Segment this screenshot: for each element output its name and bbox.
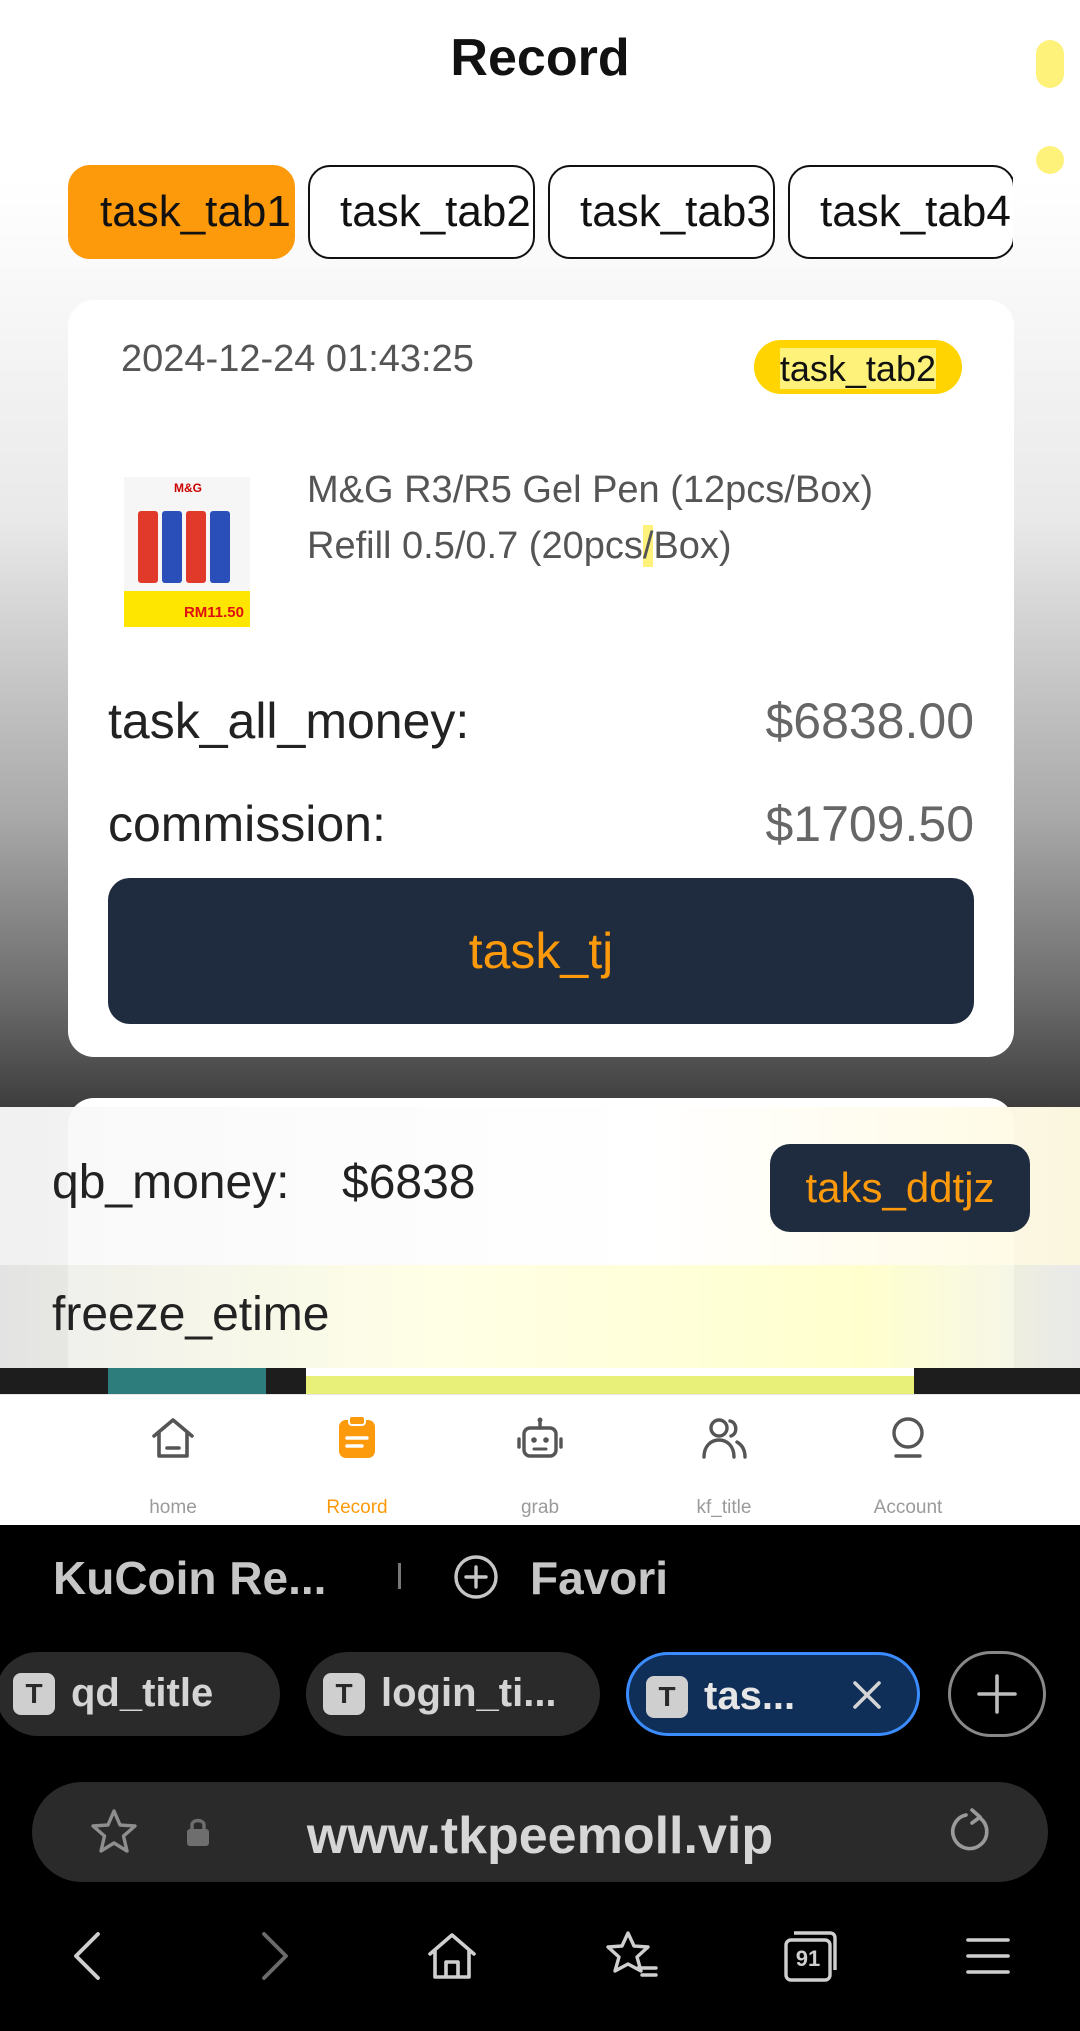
nav-account[interactable]: Account	[818, 1395, 998, 1525]
bookmark-separator	[398, 1563, 401, 1589]
url-text: www.tkpeemoll.vip	[306, 1807, 774, 1865]
bookmark-kucoin[interactable]: KuCoin Re...	[53, 1551, 326, 1605]
total-label: task_all_money:	[108, 693, 470, 749]
pen-shape	[186, 511, 206, 583]
product-name-part: Refill 0.5/0.7 (20pcs	[307, 525, 643, 567]
new-tab-button[interactable]	[948, 1651, 1046, 1737]
browser-tab-qd-title[interactable]: T qd_title	[0, 1652, 280, 1736]
record-tabs: task_tab1 task_tab2 task_tab3 task_tab4	[68, 165, 1013, 259]
pen-shape	[162, 511, 182, 583]
bottom-nav: home Record grab kf_title Account	[0, 1394, 1080, 1525]
page-title: Record	[450, 29, 630, 87]
reload-icon[interactable]	[942, 1806, 994, 1858]
tab-count: 91	[795, 1946, 821, 1971]
product-image[interactable]: M&G RM11.50	[124, 477, 250, 627]
nav-kf-title-label: kf_title	[696, 1497, 752, 1518]
nav-home-label: home	[149, 1497, 197, 1518]
product-name-highlight: /	[642, 525, 654, 567]
close-tab-icon[interactable]	[845, 1673, 889, 1717]
users-icon	[702, 1418, 747, 1459]
commission-label: commission:	[108, 796, 386, 852]
next-order-peek	[0, 1368, 1080, 1394]
forward-icon[interactable]	[248, 1928, 296, 1984]
product-name-part: Box)	[653, 525, 732, 567]
web-page: Record task_tab1 task_tab2 task_tab3 tas…	[0, 0, 1080, 1525]
browser-tab-label: tas...	[704, 1674, 796, 1718]
home-icon	[152, 1418, 194, 1458]
menu-icon[interactable]	[962, 1928, 1014, 1984]
nav-account-label: Account	[873, 1497, 943, 1518]
account-icon	[892, 1417, 924, 1458]
commission-row: commission: $1709.50	[108, 795, 974, 853]
browser-home-icon[interactable]	[424, 1928, 480, 1984]
total-row: task_all_money: $6838.00	[108, 692, 974, 750]
pen-shape	[138, 511, 158, 583]
browser-chrome: KuCoin Re... Favori T qd_title T login_t…	[0, 1525, 1080, 2031]
thumb-price: RM11.50	[183, 604, 244, 621]
browser-tab-active[interactable]: T tas...	[626, 1652, 920, 1736]
floating-dot	[1036, 40, 1064, 88]
nav-record[interactable]: Record	[267, 1395, 447, 1525]
freeze-bar: freeze_etime	[0, 1265, 1080, 1368]
product-name-line2: Refill 0.5/0.7 (20pcs/Box)	[307, 518, 947, 574]
peek-highlight	[306, 1376, 914, 1394]
qb-money-label: qb_money:	[52, 1156, 290, 1209]
nav-record-label: Record	[326, 1497, 388, 1518]
bookmark-favori[interactable]: Favori	[530, 1551, 668, 1605]
status-badge: task_tab2	[753, 340, 962, 394]
nav-grab-label: grab	[520, 1497, 560, 1518]
ddtjz-button[interactable]: taks_ddtjz	[770, 1144, 1030, 1232]
tab-favicon: T	[323, 1673, 365, 1715]
commission-value: $1709.50	[765, 796, 974, 852]
nav-kf-title[interactable]: kf_title	[634, 1395, 814, 1525]
back-icon[interactable]	[66, 1928, 114, 1984]
browser-tab-label: login_ti...	[381, 1671, 557, 1715]
floating-dot	[1036, 146, 1064, 174]
tab-task-tab1[interactable]: task_tab1	[68, 165, 295, 259]
pen-shape	[210, 511, 230, 583]
tab-switcher-button[interactable]: 91	[782, 1928, 840, 1984]
robot-icon	[517, 1417, 563, 1458]
qb-money-value: $6838	[342, 1156, 476, 1209]
tab-task-tab2[interactable]: task_tab2	[308, 165, 535, 259]
nav-grab[interactable]: grab	[450, 1395, 630, 1525]
plus-icon	[977, 1674, 1017, 1714]
order-card: 2024-12-24 01:43:25 task_tab2 M&G RM11.5…	[68, 300, 1014, 1057]
peek-image	[108, 1368, 266, 1394]
total-value: $6838.00	[765, 693, 974, 749]
tab-task-tab4[interactable]: task_tab4	[788, 165, 1013, 259]
browser-tab-label: qd_title	[71, 1671, 214, 1715]
bookmarks-icon[interactable]	[602, 1928, 660, 1984]
freeze-label: freeze_etime	[52, 1288, 330, 1341]
address-bar[interactable]: www.tkpeemoll.vip	[32, 1782, 1048, 1882]
tab-favicon: T	[13, 1673, 55, 1715]
add-favorite-icon[interactable]	[452, 1553, 500, 1601]
tab-favicon: T	[646, 1676, 688, 1718]
order-datetime: 2024-12-24 01:43:25	[121, 338, 474, 380]
balance-bar: qb_money: $6838 taks_ddtjz	[0, 1107, 1080, 1265]
submit-order-button[interactable]: task_tj	[108, 878, 974, 1024]
browser-tab-login[interactable]: T login_ti...	[306, 1652, 600, 1736]
tab-task-tab3[interactable]: task_tab3	[548, 165, 775, 259]
status-badge-label: task_tab2	[779, 348, 936, 389]
thumb-logo: M&G	[174, 481, 202, 495]
clipboard-icon	[339, 1415, 375, 1458]
nav-home[interactable]: home	[83, 1395, 263, 1525]
product-name: M&G R3/R5 Gel Pen (12pcs/Box) Refill 0.5…	[307, 462, 947, 574]
product-name-line1: M&G R3/R5 Gel Pen (12pcs/Box)	[307, 469, 873, 511]
